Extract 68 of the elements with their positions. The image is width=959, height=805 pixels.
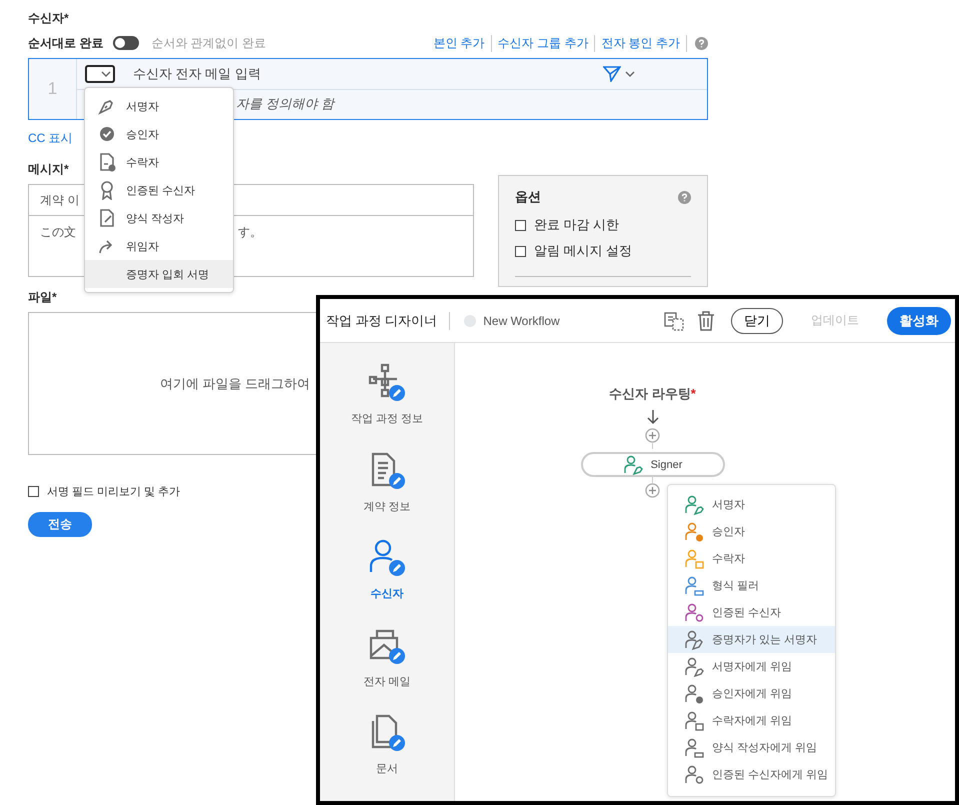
message-label: 메시지* [28,161,69,178]
option-label: 알림 메시지 설정 [534,242,632,260]
sidebar-item[interactable]: 작업 과정 정보 [350,363,424,451]
order-toggle[interactable] [113,36,140,50]
recipient-type-item[interactable]: 증명자가 있는 서명자 [668,626,835,653]
person-icon [367,538,407,578]
role-menu-item[interactable]: 증명자 입회 서명 [85,260,233,288]
add-step-icon[interactable] [645,483,660,498]
help-icon[interactable] [695,36,708,50]
recipients-label: 수신자* [28,10,69,27]
cc-link[interactable]: CC 표시 [28,130,73,147]
drop-hint: 여기에 파일을 드래그하여 [160,374,310,392]
recipient-type-item[interactable]: 인증된 수신자 [668,599,835,626]
checkbox[interactable] [515,246,526,256]
recipient-type-item[interactable]: 승인자 [668,518,835,545]
recipient-type-item[interactable]: 인증된 수신자에게 위임 [668,761,835,788]
any-order-label: 순서와 관계없이 완료 [151,34,266,52]
order-toggle-label: 순서대로 완료 [28,34,104,52]
workflow-name: New Workflow [483,314,560,328]
row-number: 1 [29,59,77,119]
window-title: 작업 과정 디자이너 [326,312,450,330]
options-title: 옵션 [515,188,541,206]
add-link[interactable]: 전자 봉인 추가 [595,34,687,52]
role-select[interactable] [85,64,115,83]
sidebar-item[interactable]: 수신자 [367,538,407,626]
status-dot [464,314,476,326]
recipient-type-item[interactable]: 서명자에게 위임 [668,653,835,680]
recipient-type-item[interactable]: 승인자에게 위임 [668,680,835,707]
role-icon [97,208,117,228]
trash-icon[interactable] [695,310,717,332]
sidebar-item[interactable]: 문서 [367,713,407,801]
add-step-icon[interactable] [645,428,660,443]
sidebar-item[interactable]: 계약 정보 [363,450,411,538]
recipient-type-item[interactable]: 서명자 [668,491,835,518]
caret-icon [625,70,635,78]
role-icon [97,152,117,172]
file-label: 파일* [28,289,57,306]
activate-button[interactable]: 활성화 [887,306,951,334]
caret-icon [101,70,111,78]
role-menu-item[interactable]: 수락자 [85,148,233,176]
document-icon[interactable] [663,310,685,332]
option-label: 완료 마감 시한 [534,216,620,234]
add-link[interactable]: 본인 추가 [427,34,492,52]
send-icon [603,66,621,82]
recipient-type-item[interactable]: 형식 필러 [668,572,835,599]
checkbox[interactable] [515,220,526,230]
person-pen-icon [622,454,643,474]
close-button[interactable]: 닫기 [731,308,783,334]
recipient-type-item[interactable]: 양식 작성자에게 위임 [668,734,835,761]
email-field[interactable]: 수신자 전자 메일 입력 [133,64,261,83]
row-hint: 자를 정의해야 함 [236,95,334,114]
role-menu-item[interactable]: 위임자 [85,232,233,260]
recipient-type-item[interactable]: 수락자에게 위임 [668,707,835,734]
org-chart-icon [367,363,407,403]
add-link[interactable]: 수신자 그룹 추가 [492,34,596,52]
sidebar-item[interactable]: 전자 메일 [363,626,411,714]
role-icon [97,124,117,144]
down-arrow-icon [646,409,658,425]
send-button[interactable]: 전송 [28,512,92,537]
checkbox[interactable] [28,486,39,496]
preview-option-label: 서명 필드 미리보기 및 추가 [47,484,180,498]
help-icon[interactable] [678,190,691,204]
routing-title: 수신자 라우팅* [609,385,696,403]
signer-node[interactable]: Signer [580,452,724,477]
role-menu-item[interactable]: 서명자 [85,92,233,120]
recipient-type-item[interactable]: 수락자 [668,545,835,572]
role-menu-item[interactable]: 승인자 [85,120,233,148]
delivery-menu[interactable] [603,66,635,82]
